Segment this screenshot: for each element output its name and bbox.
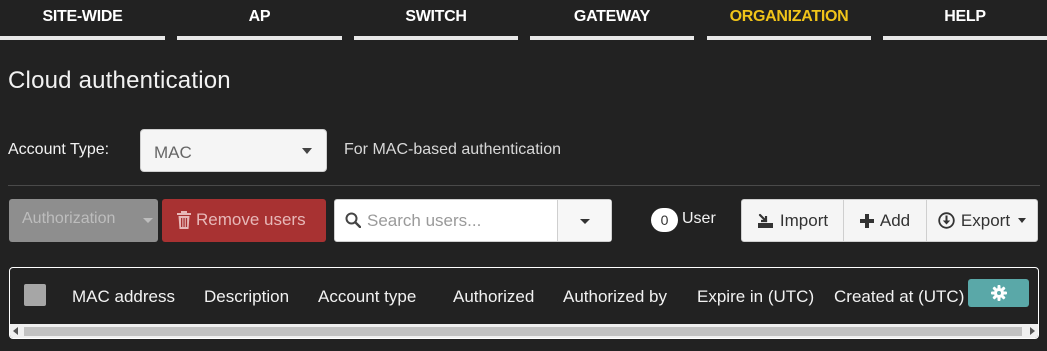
- tab-label: SITE-WIDE: [42, 8, 123, 25]
- trash-icon: [177, 211, 191, 229]
- search-box: [334, 199, 612, 242]
- tab-label: HELP: [944, 8, 986, 25]
- column-header[interactable]: Description: [204, 287, 289, 307]
- column-header[interactable]: MAC address: [72, 287, 175, 307]
- download-circle-icon: [938, 212, 955, 229]
- account-type-value: MAC: [154, 143, 192, 162]
- caret-down-icon: [1018, 218, 1027, 223]
- account-type-hint: For MAC-based authentication: [344, 141, 561, 158]
- authorization-label: Authorization: [22, 210, 116, 227]
- column-header[interactable]: Created at (UTC): [834, 287, 964, 307]
- import-button[interactable]: Import: [742, 200, 844, 241]
- tab-ap[interactable]: AP: [177, 0, 342, 40]
- user-count-badge: 0: [651, 208, 678, 232]
- search-options-dropdown[interactable]: [557, 200, 611, 241]
- tab-organization[interactable]: ORGANIZATION: [707, 0, 871, 40]
- remove-users-button[interactable]: Remove users: [162, 199, 326, 242]
- column-settings-button[interactable]: [968, 279, 1029, 307]
- remove-users-label: Remove users: [196, 210, 306, 229]
- user-count-label: User: [682, 210, 716, 227]
- actions-button-group: Import Add Export: [741, 199, 1038, 242]
- export-label: Export: [960, 210, 1011, 230]
- column-header[interactable]: Authorized: [453, 287, 534, 307]
- tab-label: SWITCH: [405, 8, 467, 25]
- caret-down-icon: [143, 218, 153, 223]
- tab-help[interactable]: HELP: [883, 0, 1047, 40]
- divider: [8, 185, 1040, 186]
- account-type-label: Account Type:: [8, 141, 110, 158]
- import-label: Import: [779, 210, 829, 230]
- import-icon: [757, 213, 773, 228]
- scroll-left-icon[interactable]: [13, 327, 18, 335]
- gear-icon: [990, 285, 1007, 301]
- scroll-right-icon[interactable]: [1030, 327, 1035, 335]
- caret-down-icon: [580, 219, 590, 224]
- scrollbar-thumb[interactable]: [24, 327, 1022, 336]
- tab-label: GATEWAY: [573, 8, 651, 25]
- page-title: Cloud authentication: [8, 67, 231, 94]
- tab-gateway[interactable]: GATEWAY: [530, 0, 694, 40]
- add-label: Add: [879, 210, 911, 230]
- horizontal-scrollbar[interactable]: [10, 324, 1038, 338]
- column-header[interactable]: Authorized by: [563, 287, 667, 307]
- users-table: MAC address Description Account type Aut…: [9, 267, 1039, 339]
- tab-site-wide[interactable]: SITE-WIDE: [0, 0, 165, 40]
- select-all-checkbox[interactable]: [24, 284, 46, 306]
- column-header[interactable]: Expire in (UTC): [697, 287, 814, 307]
- tab-switch[interactable]: SWITCH: [354, 0, 518, 40]
- tab-label: AP: [248, 8, 271, 25]
- export-button[interactable]: Export: [927, 200, 1037, 241]
- table-header-row: MAC address Description Account type Aut…: [10, 268, 1038, 324]
- column-header[interactable]: Account type: [318, 287, 416, 307]
- top-nav: SITE-WIDE AP SWITCH GATEWAY ORGANIZATION…: [0, 0, 1047, 40]
- search-input[interactable]: [367, 200, 555, 241]
- plus-icon: [859, 213, 874, 228]
- tab-label: ORGANIZATION: [729, 8, 849, 25]
- caret-down-icon: [302, 148, 312, 154]
- account-type-select[interactable]: MAC: [140, 129, 327, 172]
- add-button[interactable]: Add: [844, 200, 927, 241]
- authorization-button[interactable]: Authorization: [9, 199, 158, 242]
- search-icon: [345, 212, 361, 228]
